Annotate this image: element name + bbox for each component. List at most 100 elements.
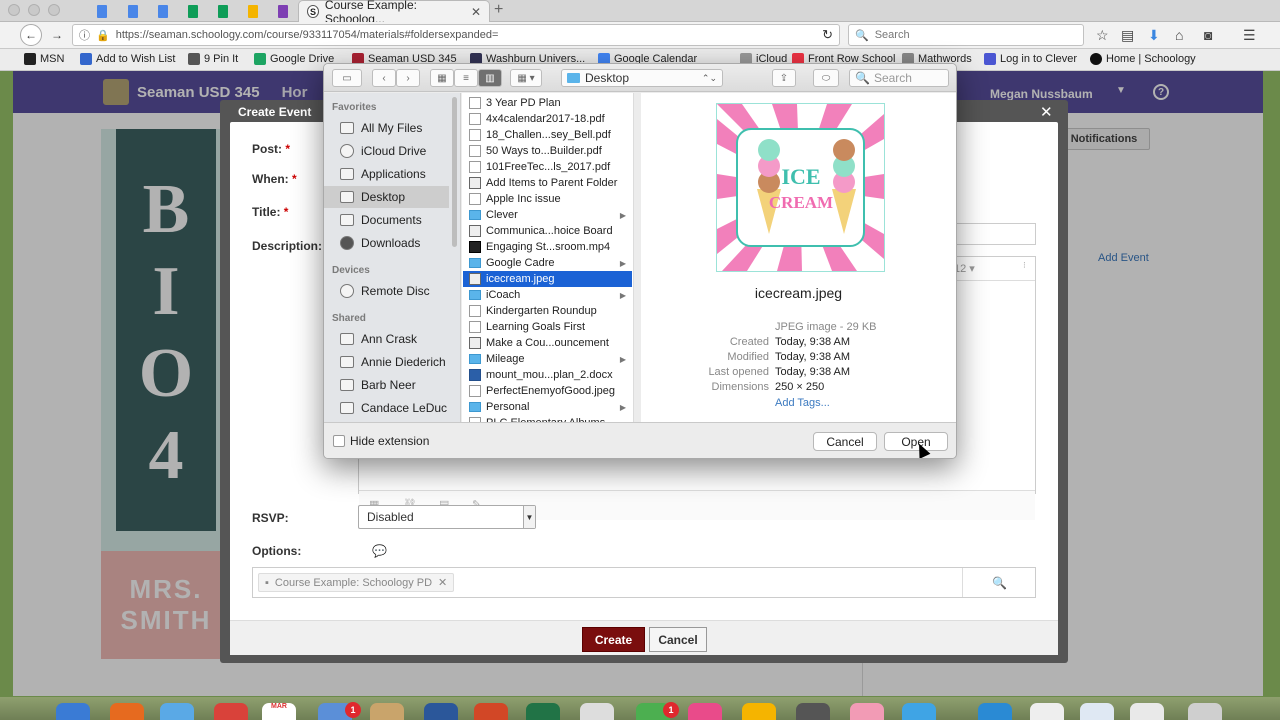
sidebar-item-desktop[interactable]: Desktop: [324, 186, 449, 208]
editor-more-icon[interactable]: ⁝: [1023, 260, 1026, 271]
downloads-stack-icon[interactable]: [978, 703, 1012, 720]
calendar-app-icon[interactable]: MAR: [262, 703, 296, 720]
system-preferences-icon[interactable]: [796, 703, 830, 720]
file-list-item[interactable]: iCoach ▶: [463, 287, 632, 303]
sidebar-item-shared-computer[interactable]: Annie Diederich: [324, 351, 449, 373]
bookmark-star-icon[interactable]: ☆: [1096, 27, 1109, 44]
tag-icon[interactable]: ⬭: [813, 69, 839, 87]
location-popup[interactable]: Desktop ⌃⌄: [561, 69, 723, 87]
close-window-icon[interactable]: [8, 4, 20, 16]
sidebar-item-remote-disc[interactable]: Remote Disc: [324, 280, 449, 302]
file-list-item[interactable]: 50 Ways to...Builder.pdf: [463, 143, 632, 159]
app-store-icon[interactable]: [902, 703, 936, 720]
file-list-item[interactable]: 101FreeTec...ls_2017.pdf: [463, 159, 632, 175]
hide-extension-checkbox[interactable]: Hide extension: [333, 434, 429, 448]
sidebar-item-downloads[interactable]: Downloads: [324, 232, 449, 254]
list-view-icon[interactable]: ≡: [454, 69, 478, 87]
safari-icon[interactable]: [160, 703, 194, 720]
forward-button[interactable]: →: [46, 24, 68, 46]
reading-list-icon[interactable]: ▤: [1121, 27, 1134, 44]
back-icon[interactable]: ‹: [372, 69, 396, 87]
new-tab-icon[interactable]: +: [494, 1, 503, 19]
sidebar-item-documents[interactable]: Documents: [324, 209, 449, 231]
bookmark-item[interactable]: Log in to Clever: [984, 53, 1077, 65]
file-list-item[interactable]: Personal ▶: [463, 399, 632, 415]
bookmark-item[interactable]: Google Drive: [254, 53, 334, 65]
photos-icon[interactable]: [850, 703, 884, 720]
sidebar-item-shared-computer[interactable]: Barb Neer: [324, 374, 449, 396]
sidebar-item-all-my-files[interactable]: All My Files: [324, 117, 449, 139]
info-icon[interactable]: ⓘ: [79, 27, 90, 43]
powerpoint-icon[interactable]: [474, 703, 508, 720]
pinned-tab-slides[interactable]: [239, 2, 267, 20]
chrome-icon[interactable]: [214, 703, 248, 720]
reload-icon[interactable]: ↻: [822, 27, 833, 43]
forward-icon[interactable]: ›: [396, 69, 420, 87]
file-list-item[interactable]: mount_mou...plan_2.docx: [463, 367, 632, 383]
column-view-icon[interactable]: ▥: [478, 69, 502, 87]
file-list-item[interactable]: 4x4calendar2017-18.pdf: [463, 111, 632, 127]
rsvp-select[interactable]: Disabled ▼: [358, 505, 536, 529]
file-list-item[interactable]: Make a Cou...ouncement: [463, 335, 632, 351]
file-list-item[interactable]: PLC Elementary Albums: [463, 415, 632, 422]
pinned-tab-sheets-1[interactable]: [179, 2, 207, 20]
file-list-item[interactable]: Apple Inc issue: [463, 191, 632, 207]
file-list-item[interactable]: icecream.jpeg: [463, 271, 632, 287]
back-button[interactable]: ←: [20, 24, 42, 46]
sidebar-item-applications[interactable]: Applications: [324, 163, 449, 185]
sidebar-toggle-icon[interactable]: ▭: [332, 69, 362, 87]
file-list-item[interactable]: Kindergarten Roundup: [463, 303, 632, 319]
finder-icon[interactable]: [56, 703, 90, 720]
close-icon[interactable]: ✕: [1040, 103, 1053, 121]
bookmark-item[interactable]: MSN: [24, 53, 64, 65]
menu-icon[interactable]: ☰: [1243, 27, 1256, 44]
cancel-button[interactable]: Cancel: [649, 627, 707, 652]
icon-view-icon[interactable]: ▦: [430, 69, 454, 87]
bookmark-item[interactable]: Home | Schoology: [1090, 53, 1196, 65]
file-list-item[interactable]: Learning Goals First: [463, 319, 632, 335]
file-list-item[interactable]: PerfectEnemyofGood.jpeg: [463, 383, 632, 399]
pinned-tab-docs-1[interactable]: [88, 2, 116, 20]
file-list-item[interactable]: 3 Year PD Plan: [463, 95, 632, 111]
trash-icon[interactable]: [1188, 703, 1222, 720]
file-list-item[interactable]: Communica...hoice Board: [463, 223, 632, 239]
comment-icon[interactable]: 💬: [372, 544, 387, 558]
add-tags-link[interactable]: Add Tags...: [775, 397, 830, 409]
pinned-tab-docs-3[interactable]: [149, 2, 177, 20]
title-input[interactable]: [955, 223, 1036, 245]
itunes-icon[interactable]: [688, 703, 722, 720]
file-search-input[interactable]: 🔍 Search: [849, 69, 949, 87]
share-icon[interactable]: ⇪: [772, 69, 796, 87]
post-to-field[interactable]: ▪ Course Example: Schoology PD ✕ 🔍: [252, 567, 1036, 598]
browser-search-input[interactable]: 🔍 Search: [848, 24, 1084, 46]
zoom-window-icon[interactable]: [48, 4, 60, 16]
sidebar-item-shared-computer[interactable]: Ann Crask: [324, 328, 449, 350]
calculator-icon[interactable]: [580, 703, 614, 720]
pinned-tab-sheets-2[interactable]: [209, 2, 237, 20]
download-icon[interactable]: ⬇: [1148, 27, 1160, 44]
word-icon[interactable]: [424, 703, 458, 720]
arrange-menu-icon[interactable]: ▦ ▾: [510, 69, 542, 87]
folder-stack-icon[interactable]: [1130, 703, 1164, 720]
pinned-tab-docs-2[interactable]: [119, 2, 147, 20]
tab-schoology-course[interactable]: S Course Example: Schoolog... ✕: [298, 0, 490, 26]
file-list-item[interactable]: Engaging St...sroom.mp4: [463, 239, 632, 255]
minimize-window-icon[interactable]: [28, 4, 40, 16]
file-list-item[interactable]: 18_Challen...sey_Bell.pdf: [463, 127, 632, 143]
close-tab-icon[interactable]: ✕: [471, 5, 481, 19]
sidebar-item-icloud-drive[interactable]: iCloud Drive: [324, 140, 449, 162]
font-size-select[interactable]: 12 ▾: [954, 262, 975, 275]
dialog-cancel-button[interactable]: Cancel: [813, 432, 877, 451]
firefox-icon[interactable]: [110, 703, 144, 720]
ibooks-icon[interactable]: [742, 703, 776, 720]
bookmark-item[interactable]: 9 Pin It: [188, 53, 238, 65]
remove-chip-icon[interactable]: ✕: [438, 576, 447, 589]
file-list-item[interactable]: Google Cadre ▶: [463, 255, 632, 271]
url-bar[interactable]: ⓘ 🔒 https://seaman.schoology.com/course/…: [72, 24, 840, 46]
pocket-icon[interactable]: ◙: [1204, 27, 1212, 43]
document-stack-icon[interactable]: [1030, 703, 1064, 720]
screenshot-stack-icon[interactable]: [1080, 703, 1114, 720]
sidebar-scrollbar[interactable]: [452, 97, 457, 247]
sidebar-item-shared-computer[interactable]: Candace LeDuc: [324, 397, 449, 419]
excel-icon[interactable]: [526, 703, 560, 720]
